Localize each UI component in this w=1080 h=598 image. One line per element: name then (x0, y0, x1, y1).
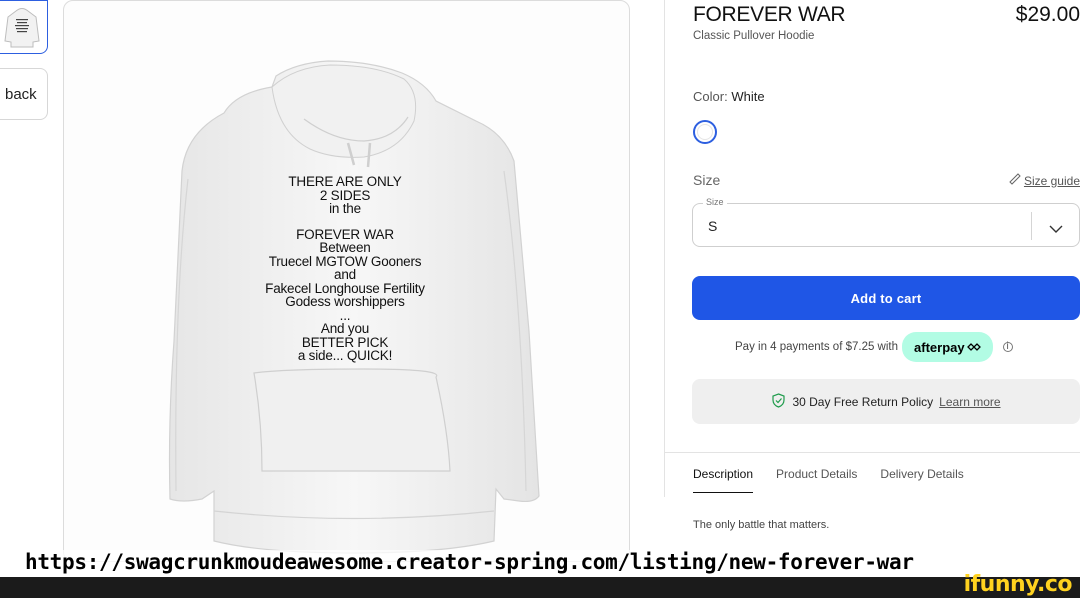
column-divider (664, 0, 665, 497)
chevron-down-icon[interactable] (1049, 221, 1063, 239)
return-policy-text: 30 Day Free Return Policy (792, 394, 934, 409)
section-divider (665, 452, 1080, 453)
product-subtitle: Classic Pullover Hoodie (693, 30, 815, 42)
hoodie-print-line: FOREVER WAR (296, 226, 394, 242)
hoodie-print-line: BETTER PICK (301, 334, 389, 350)
hoodie-print-line: THERE ARE ONLY (288, 174, 402, 189)
size-select-value: S (708, 218, 718, 234)
hoodie-print-gap (244, 216, 446, 228)
info-icon[interactable]: i (1002, 342, 1013, 352)
bottom-bar (0, 577, 1080, 598)
ruler-icon (1009, 173, 1021, 188)
add-to-cart-button[interactable]: Add to cart (692, 276, 1080, 320)
afterpay-row: Pay in 4 payments of $7.25 with afterpay… (735, 332, 1013, 362)
tab-delivery-details[interactable]: Delivery Details (880, 467, 963, 493)
afterpay-logo-icon (966, 340, 981, 355)
afterpay-brand: afterpay (914, 339, 965, 355)
product-title: FOREVER WAR (693, 3, 846, 26)
hoodie-print-line: Truecel MGTOW Gooners (268, 253, 422, 269)
product-tabs: Description Product Details Delivery Det… (693, 467, 987, 493)
hoodie-print-line: a side... QUICK! (297, 348, 393, 363)
hoodie-print-line: 2 SIDES (319, 187, 371, 203)
product-image: THERE ARE ONLY 2 SIDES in the FOREVER WAR Be… (63, 0, 630, 562)
select-separator (1031, 212, 1032, 240)
tab-description[interactable]: Description (693, 467, 754, 493)
hoodie-print-line: in the (329, 201, 361, 216)
hoodie-thumbnail-icon (4, 8, 40, 48)
afterpay-badge[interactable]: afterpay (902, 332, 993, 362)
hoodie-print-line: Godess worshippers (285, 294, 405, 309)
product-price: $29.00 (1015, 3, 1080, 26)
description-text: The only battle that matters. (693, 519, 830, 531)
color-value: White (731, 89, 765, 104)
size-guide-link[interactable]: Size guide (1009, 173, 1080, 188)
shield-check-icon (771, 392, 786, 411)
color-label: Color: White (693, 89, 765, 104)
size-label: Size (693, 172, 721, 188)
tab-product-details[interactable]: Product Details (776, 467, 857, 493)
url-caption: https://swagcrunkmoudeawesome.creator-sp… (25, 550, 914, 574)
return-policy-banner: 30 Day Free Return Policy Learn more (692, 379, 1080, 424)
color-swatch-white[interactable] (693, 120, 717, 144)
learn-more-link[interactable]: Learn more (939, 395, 1000, 409)
hoodie-print-line: Fakecel Longhouse Fertility (265, 280, 425, 296)
hoodie-print-text: THERE ARE ONLY 2 SIDES in the FOREVER WAR Be… (244, 175, 446, 363)
size-guide-label: Size guide (1023, 173, 1080, 188)
color-label-text: Color: (693, 89, 728, 104)
hoodie-print-line: ... (339, 307, 351, 323)
hoodie-print-line: and (334, 267, 356, 282)
size-select-float-label: Size (703, 197, 727, 207)
product-thumbnail[interactable] (0, 0, 48, 54)
ifunny-watermark: ifunny.co (963, 572, 1073, 597)
size-select[interactable]: Size S (692, 197, 1080, 247)
back-button[interactable]: back (0, 68, 48, 120)
hoodie-print-line: Between (319, 240, 371, 255)
payment-text: Pay in 4 payments of $7.25 with (735, 341, 899, 353)
hoodie-print-line: And you (320, 321, 370, 336)
